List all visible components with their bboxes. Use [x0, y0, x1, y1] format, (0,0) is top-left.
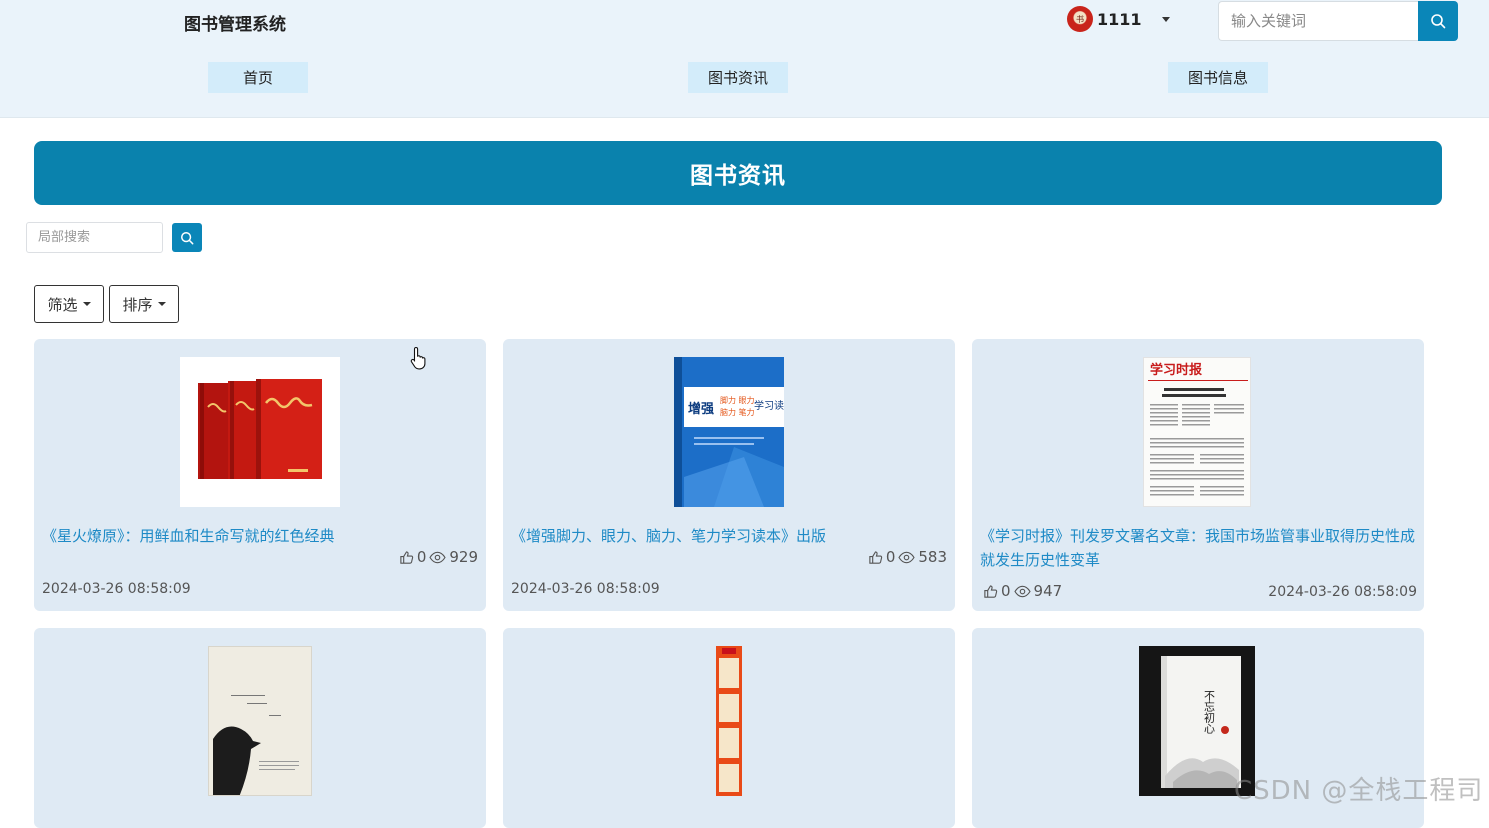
sort-label: 排序	[122, 295, 153, 314]
username[interactable]: 1111	[1097, 10, 1142, 29]
sort-dropdown-button[interactable]: 排序	[109, 285, 179, 323]
newspaper-image[interactable]: 学习时报	[1143, 357, 1251, 507]
filter-label: 筛选	[47, 295, 78, 314]
news-card[interactable]	[34, 628, 486, 828]
site-brand[interactable]: 图书管理系统	[184, 10, 286, 35]
svg-text:脚力 眼力: 脚力 眼力	[720, 395, 755, 405]
top-header: 图书管理系统 书 1111 首页 图书资讯 图书信息	[0, 0, 1489, 118]
book-cover-image[interactable]	[716, 646, 742, 796]
global-search	[1218, 1, 1458, 41]
news-stats: 0 929	[396, 548, 478, 566]
like-count: 0	[416, 548, 427, 566]
user-avatar[interactable]: 书	[1067, 6, 1093, 32]
nav-home[interactable]: 首页	[208, 62, 308, 93]
like-count: 0	[1001, 582, 1011, 600]
svg-text:脑力 笔力: 脑力 笔力	[720, 407, 755, 417]
svg-text:增强: 增强	[688, 401, 714, 417]
hand-pointer-cursor-icon	[410, 346, 426, 370]
news-stats: 0 583	[865, 548, 947, 566]
book-cover-image[interactable]	[208, 646, 312, 796]
filter-dropdown-button[interactable]: 筛选	[34, 285, 104, 323]
newspaper-masthead: 学习时报	[1150, 362, 1203, 378]
eye-icon	[1013, 585, 1031, 597]
view-count: 583	[918, 548, 947, 566]
news-card[interactable]: 学习时报 《学习时报》刊发罗文署名文章：我国市场监管事业取得历史性成就发生历史性…	[972, 339, 1424, 611]
csdn-watermark: CSDN @全栈工程司	[1234, 776, 1484, 806]
chevron-down-icon[interactable]	[1161, 16, 1170, 22]
svg-text:学习读本: 学习读本	[754, 399, 784, 412]
local-search-input[interactable]	[26, 222, 163, 253]
search-button[interactable]	[1418, 1, 1458, 41]
caret-down-icon	[157, 302, 166, 306]
news-title[interactable]: 《星火燎原》：用鲜血和生命写就的红色经典	[42, 524, 478, 548]
local-search-button[interactable]	[172, 223, 202, 252]
news-stats: 0 947	[980, 582, 1062, 600]
thumbs-up-icon[interactable]	[399, 550, 414, 565]
page-title: 图书资讯	[690, 163, 786, 189]
search-icon	[1431, 14, 1446, 29]
news-title[interactable]: 《增强脚力、眼力、脑力、笔力学习读本》出版	[511, 524, 947, 548]
eye-icon	[429, 551, 447, 563]
user-menu[interactable]: 书 1111	[1067, 6, 1170, 32]
news-title[interactable]: 《学习时报》刊发罗文署名文章：我国市场监管事业取得历史性成就发生历史性变革	[980, 524, 1416, 572]
news-card[interactable]	[503, 628, 955, 828]
page-banner: 图书资讯	[34, 141, 1442, 205]
caret-down-icon	[82, 302, 91, 306]
cover-title: 不忘初心	[1203, 690, 1216, 734]
nav-book-info[interactable]: 图书信息	[1168, 62, 1268, 93]
news-date: 2024-03-26 08:58:09	[511, 581, 660, 597]
avatar-text: 书	[1076, 14, 1084, 24]
like-count: 0	[885, 548, 896, 566]
news-card[interactable]: 《星火燎原》：用鲜血和生命写就的红色经典 0 929 2024-03-26 08…	[34, 339, 486, 611]
book-cover-image[interactable]	[180, 357, 340, 507]
view-count: 947	[1033, 582, 1063, 600]
eye-icon	[898, 551, 916, 563]
view-count: 929	[449, 548, 478, 566]
search-input[interactable]	[1218, 1, 1418, 41]
news-card[interactable]: 增强 脚力 眼力 脑力 笔力 学习读本 《增强脚力、眼力、脑力、笔力学习读本》出…	[503, 339, 955, 611]
news-date: 2024-03-26 08:58:09	[42, 581, 191, 597]
book-cover-image[interactable]: 增强 脚力 眼力 脑力 笔力 学习读本	[674, 357, 784, 507]
thumbs-up-icon[interactable]	[868, 550, 883, 565]
news-date: 2024-03-26 08:58:09	[1268, 584, 1417, 600]
nav-book-news[interactable]: 图书资讯	[688, 62, 788, 93]
search-icon	[181, 231, 194, 244]
thumbs-up-icon[interactable]	[983, 584, 998, 599]
